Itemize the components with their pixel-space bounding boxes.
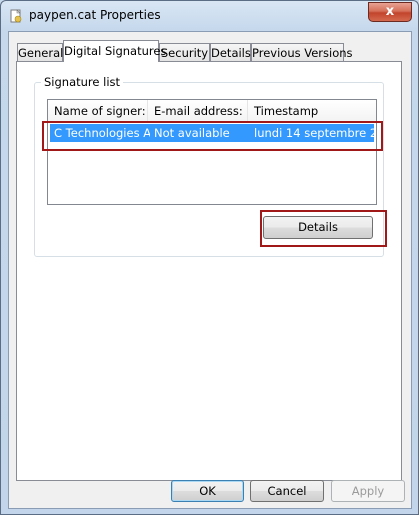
close-icon: x — [385, 4, 395, 19]
file-icon — [10, 9, 22, 23]
cancel-button[interactable]: Cancel — [250, 480, 324, 502]
apply-button[interactable]: Apply — [331, 480, 405, 502]
tab-security[interactable]: Security — [159, 43, 210, 61]
column-name-of-signer[interactable]: Name of signer: — [48, 100, 148, 122]
properties-window: paypen.cat Properties x General Digital … — [0, 0, 419, 515]
digital-signatures-panel: Signature list Name of signer: E-mail ad… — [16, 61, 402, 481]
tab-previous-versions[interactable]: Previous Versions — [251, 43, 353, 61]
tab-details[interactable]: Details — [210, 43, 251, 61]
column-timestamp[interactable]: Timestamp — [248, 100, 376, 122]
title-bar[interactable]: paypen.cat Properties x — [1, 1, 418, 31]
tab-general[interactable]: General — [17, 43, 63, 61]
signature-listview[interactable]: Name of signer: E-mail address: Timestam… — [47, 99, 377, 205]
row-highlight-annotation — [42, 121, 383, 151]
close-button[interactable]: x — [368, 2, 412, 22]
button-highlight-annotation — [260, 210, 387, 247]
dialog-client: General Digital Signatures Security Deta… — [8, 31, 412, 509]
window-title: paypen.cat Properties — [29, 8, 161, 22]
tab-digital-signatures[interactable]: Digital Signatures — [63, 40, 166, 62]
column-email-address[interactable]: E-mail address: — [148, 100, 248, 122]
signature-list-label: Signature list — [41, 75, 124, 89]
ok-button[interactable]: OK — [171, 480, 244, 502]
listview-header: Name of signer: E-mail address: Timestam… — [48, 100, 376, 122]
